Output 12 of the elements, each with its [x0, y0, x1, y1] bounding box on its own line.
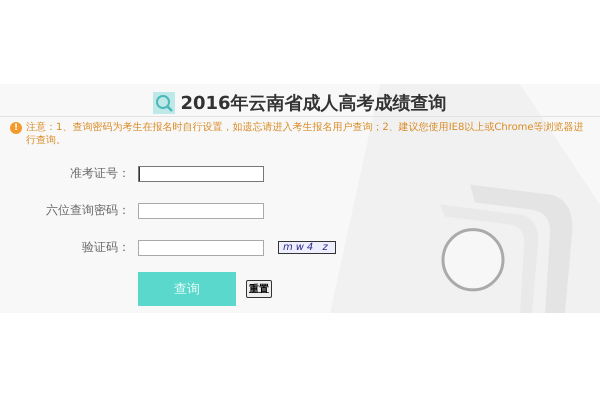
field-label: 准考证号：	[69, 165, 130, 182]
input-field[interactable]	[138, 202, 264, 218]
warning-icon: !	[10, 122, 22, 134]
input-field[interactable]	[138, 166, 264, 182]
search-icon	[153, 92, 176, 114]
notice-text: 注意：1、查询密码为考生在报名时自行设置，如遗忘请进入考生报名用户查询；2、建议您使用IE8以上或Chrome等浏览器进行查询。	[26, 121, 585, 147]
reset-button[interactable]: 重置	[246, 280, 272, 298]
captcha-image[interactable]: mw4 z	[278, 241, 336, 254]
page-title: 2016年云南省成人高考成绩查询	[180, 92, 447, 115]
field-label: 六位查询密码：	[45, 202, 130, 219]
field-label: 验证码：	[81, 239, 130, 256]
input-field[interactable]	[138, 240, 264, 256]
